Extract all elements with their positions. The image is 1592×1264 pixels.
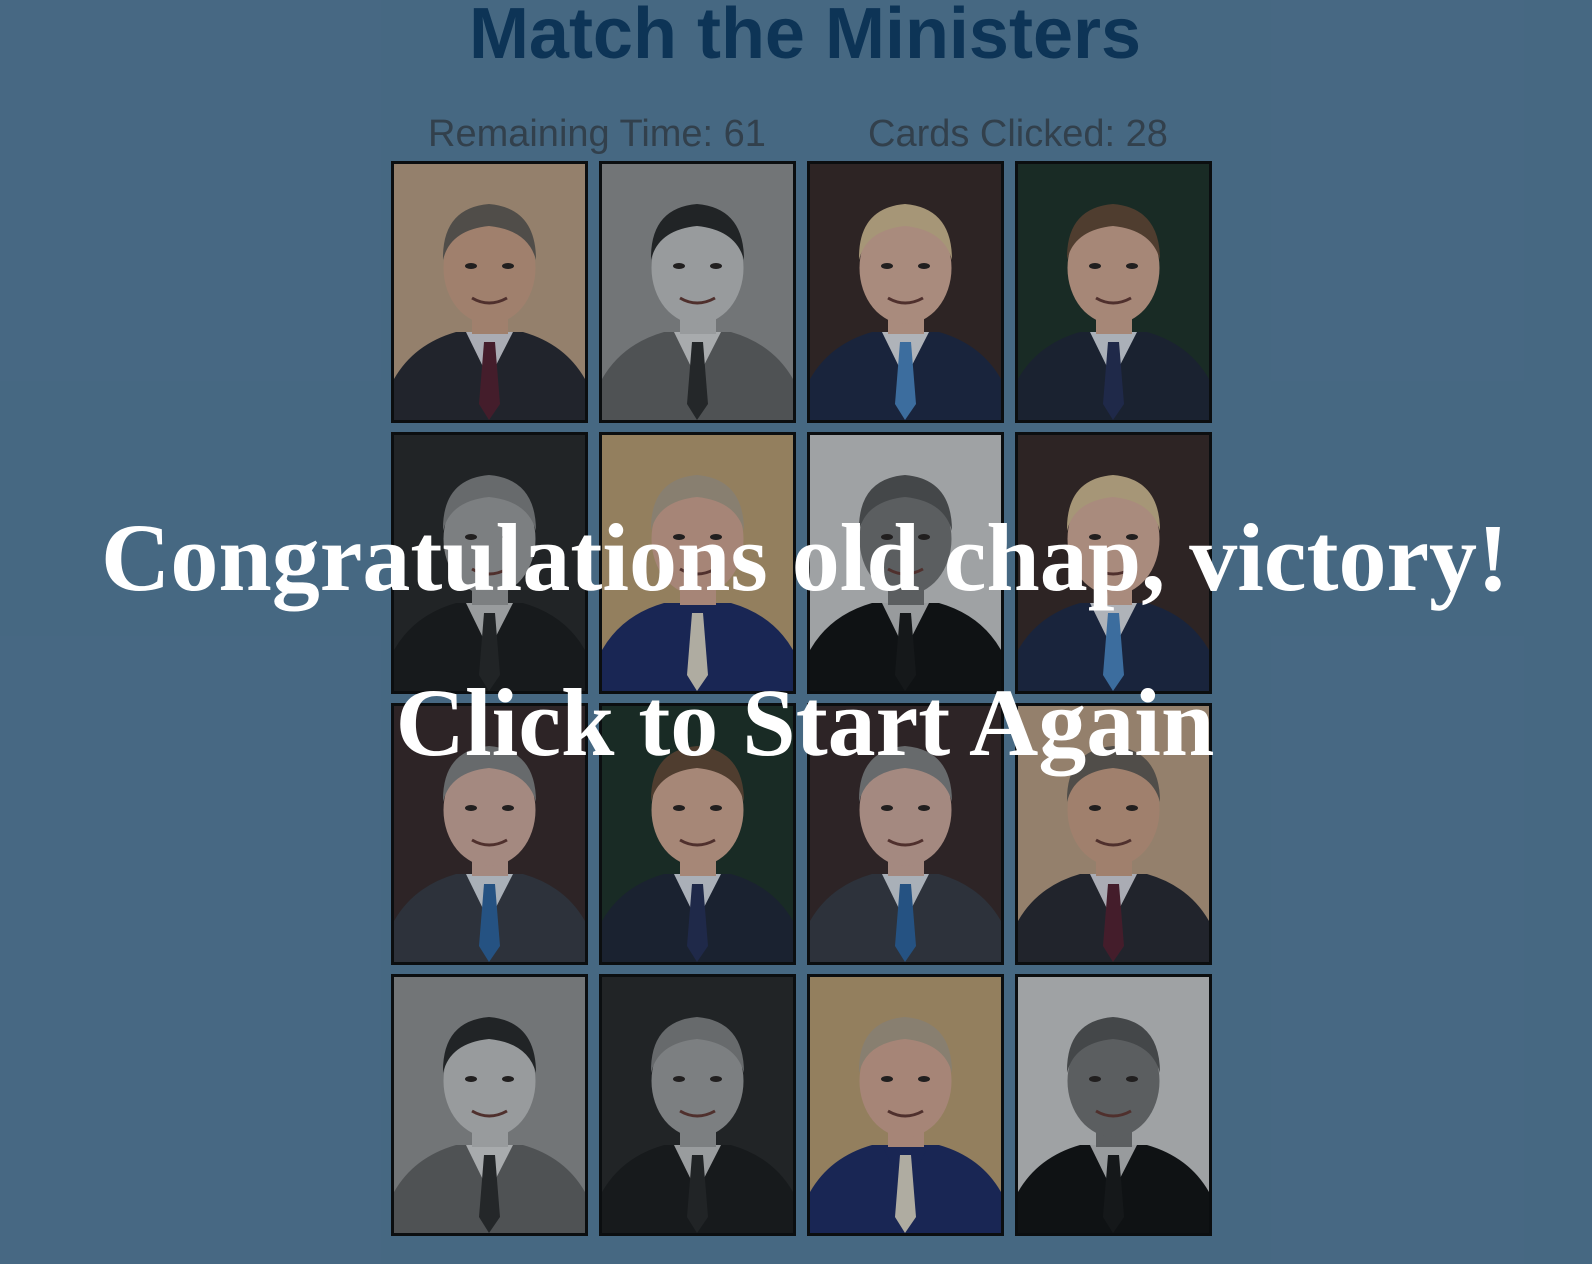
restart-button[interactable]: Click to Start Again bbox=[0, 668, 1592, 778]
victory-message: Congratulations old chap, victory! bbox=[100, 504, 1510, 611]
victory-overlay[interactable]: Congratulations old chap, victory! Click… bbox=[0, 0, 1592, 1264]
